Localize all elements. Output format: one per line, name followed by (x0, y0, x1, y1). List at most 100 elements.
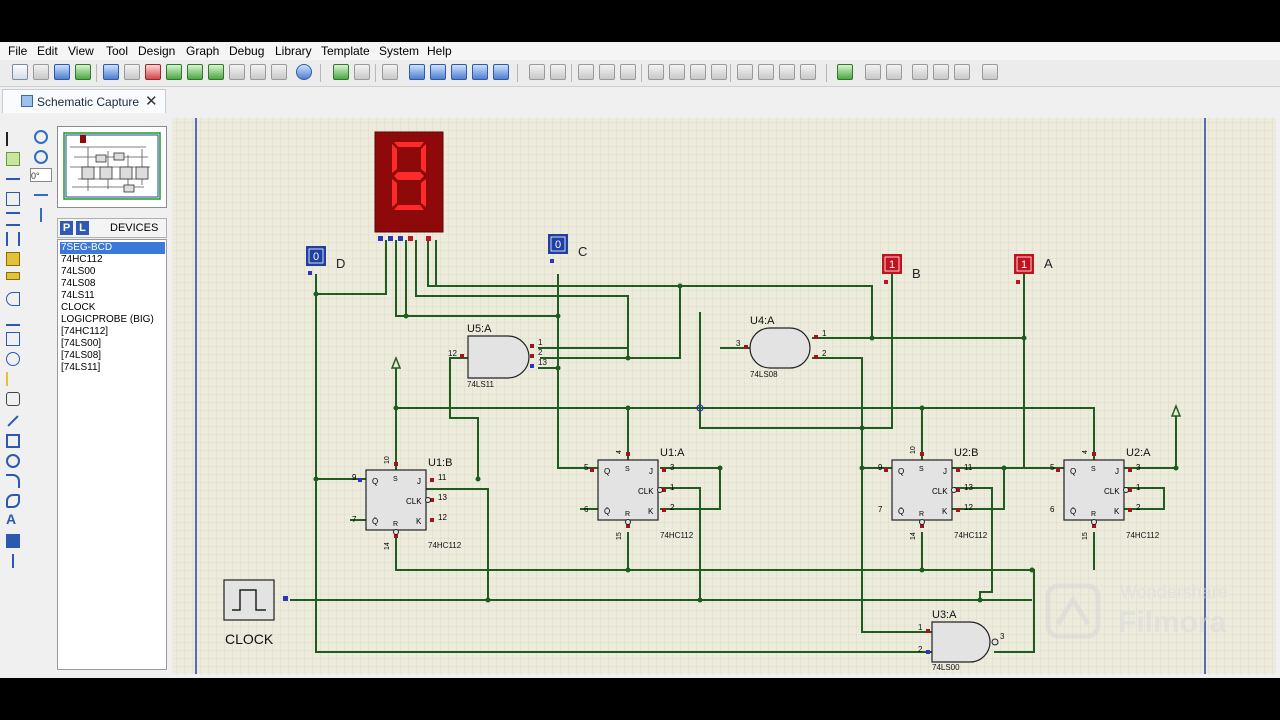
new-file-icon[interactable] (12, 64, 28, 80)
menu-tool[interactable]: Tool (106, 44, 128, 58)
path-tool-icon[interactable] (6, 494, 20, 508)
wire-label-icon[interactable] (6, 192, 20, 206)
new-sheet-icon[interactable] (912, 64, 928, 80)
decompose-icon[interactable] (800, 64, 816, 80)
graph-mode-icon[interactable] (6, 312, 20, 326)
menu-design[interactable]: Design (138, 44, 175, 58)
line-tool-icon[interactable] (7, 415, 19, 427)
rotate-clockwise-icon[interactable] (34, 130, 48, 144)
list-item[interactable]: [74LS00] (60, 338, 165, 350)
undo-icon[interactable] (529, 64, 545, 80)
block-move-icon[interactable] (669, 64, 685, 80)
overview-window[interactable] (57, 126, 167, 208)
box-tool-icon[interactable] (6, 434, 20, 448)
list-item[interactable]: [74HC112] (60, 326, 165, 338)
selection-mode-icon[interactable] (6, 132, 20, 146)
list-item[interactable]: LOGICPROBE (BIG) (60, 314, 165, 326)
menu-library[interactable]: Library (275, 44, 312, 58)
zoom-in-icon[interactable] (430, 64, 446, 80)
open-folder-icon[interactable] (33, 64, 49, 80)
block-delete-icon[interactable] (711, 64, 727, 80)
wire-autorouter-icon[interactable] (837, 64, 853, 80)
pan-icon[interactable] (409, 64, 425, 80)
subcircuit-icon[interactable] (6, 252, 20, 266)
list-item[interactable]: 74HC112 (60, 254, 165, 266)
origin-icon[interactable] (382, 64, 398, 80)
menu-template[interactable]: Template (321, 44, 370, 58)
packaging-tool-icon[interactable] (779, 64, 795, 80)
menu-help[interactable]: Help (427, 44, 452, 58)
cut-icon[interactable] (578, 64, 594, 80)
menu-edit[interactable]: Edit (37, 44, 58, 58)
device-list[interactable]: 7SEG-BCD 74HC112 74LS00 74LS08 74LS11 CL… (57, 239, 167, 670)
grid-icon[interactable] (354, 64, 370, 80)
generator-icon[interactable] (6, 352, 20, 366)
tab-bar: Schematic Capture ✕ (0, 87, 1280, 113)
remove-sheet-icon[interactable] (933, 64, 949, 80)
buses-icon[interactable] (6, 232, 20, 246)
pin-letter: Q̄ (372, 517, 378, 526)
pick-device-icon[interactable] (737, 64, 753, 80)
pick-device-button[interactable]: P (60, 221, 73, 235)
list-item[interactable]: [74LS08] (60, 350, 165, 362)
import-icon[interactable] (75, 64, 91, 80)
list-item[interactable]: 7SEG-BCD (60, 242, 165, 254)
netlist-icon[interactable] (982, 64, 998, 80)
voltage-probe-icon[interactable] (6, 372, 20, 386)
tab-schematic-capture[interactable]: Schematic Capture ✕ (2, 89, 166, 113)
pin-letter: Q̄ (604, 507, 610, 516)
terminals-icon[interactable] (6, 272, 20, 280)
property-assignment-icon[interactable] (886, 64, 902, 80)
pcb-layout-icon[interactable] (124, 64, 140, 80)
mirror-horizontal-icon[interactable] (34, 194, 48, 198)
virtual-instruments-icon[interactable] (6, 392, 20, 406)
3d-viewer-icon[interactable] (187, 64, 203, 80)
save-icon[interactable] (54, 64, 70, 80)
menu-file[interactable]: File (8, 44, 27, 58)
notes-icon[interactable] (271, 64, 287, 80)
zoom-area-icon[interactable] (493, 64, 509, 80)
rotate-anticlockwise-icon[interactable] (34, 150, 48, 164)
symbol-tool-icon[interactable] (6, 534, 20, 548)
device-pins-icon[interactable] (6, 292, 20, 306)
component-mode-icon[interactable] (6, 152, 20, 166)
junction-dot-icon[interactable] (6, 178, 20, 180)
menu-view[interactable]: View (68, 44, 94, 58)
mirror-vertical-icon[interactable] (40, 208, 44, 222)
tape-recorder-icon[interactable] (6, 332, 20, 346)
library-button[interactable]: L (76, 221, 89, 235)
gerber-icon[interactable] (208, 64, 224, 80)
close-icon[interactable]: ✕ (145, 92, 158, 110)
list-item[interactable]: 74LS08 (60, 278, 165, 290)
list-item[interactable]: 74LS00 (60, 266, 165, 278)
refresh-icon[interactable] (333, 64, 349, 80)
design-explorer-icon[interactable] (229, 64, 245, 80)
block-copy-icon[interactable] (648, 64, 664, 80)
search-tag-icon[interactable] (865, 64, 881, 80)
zoom-all-icon[interactable] (472, 64, 488, 80)
marker-tool-icon[interactable] (12, 554, 14, 568)
list-item[interactable]: 74LS11 (60, 290, 165, 302)
menu-debug[interactable]: Debug (229, 44, 264, 58)
menu-system[interactable]: System (379, 44, 419, 58)
text-tool-icon[interactable]: A (6, 512, 20, 526)
exit-to-parent-icon[interactable] (954, 64, 970, 80)
list-item[interactable]: [74LS11] (60, 362, 165, 374)
make-device-icon[interactable] (758, 64, 774, 80)
zoom-out-icon[interactable] (451, 64, 467, 80)
home-icon[interactable] (103, 64, 119, 80)
menu-graph[interactable]: Graph (186, 44, 219, 58)
block-rotate-icon[interactable] (690, 64, 706, 80)
text-script-icon[interactable] (6, 212, 20, 226)
paste-icon[interactable] (620, 64, 636, 80)
source-code-icon[interactable] (250, 64, 266, 80)
arc-tool-icon[interactable] (6, 474, 20, 488)
bom-icon[interactable] (145, 64, 161, 80)
redo-icon[interactable] (550, 64, 566, 80)
help-icon[interactable] (296, 64, 312, 80)
rotation-field[interactable]: 0° (30, 168, 52, 182)
list-item[interactable]: CLOCK (60, 302, 165, 314)
back-icon[interactable] (166, 64, 182, 80)
circle-tool-icon[interactable] (6, 454, 20, 468)
copy-icon[interactable] (599, 64, 615, 80)
